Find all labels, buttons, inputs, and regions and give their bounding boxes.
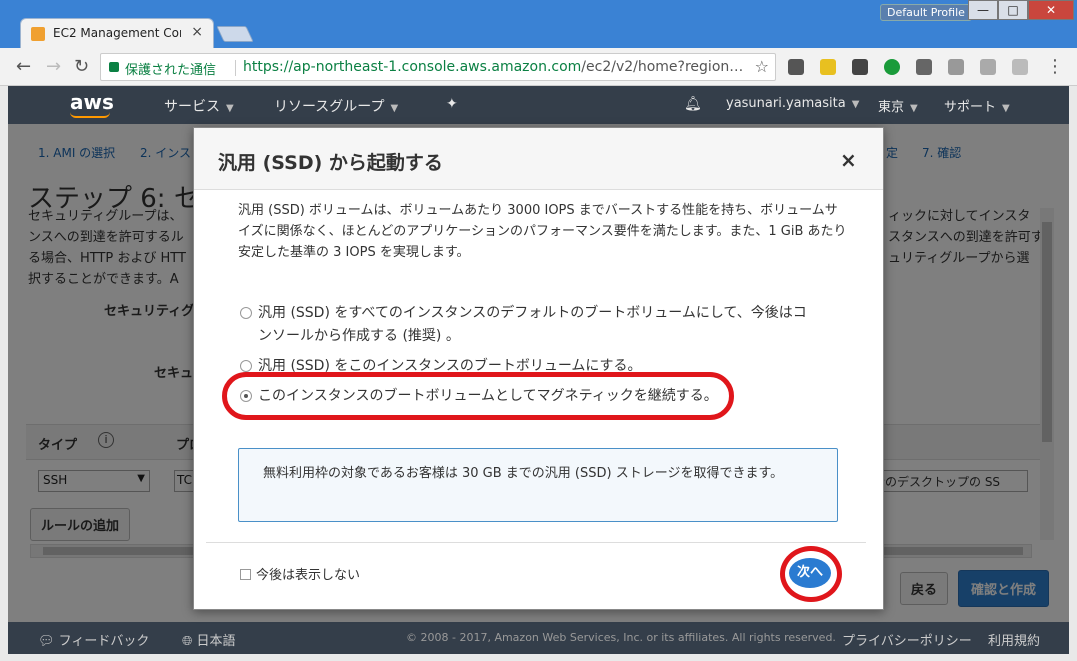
radio-button[interactable] <box>240 307 252 319</box>
aws-logo[interactable]: aws <box>70 90 114 118</box>
browser-toolbar: ← → ↻ 保護された通信 https://ap-northeast-1.con… <box>0 48 1077 86</box>
aws-logo-text: aws <box>70 90 114 114</box>
region-menu[interactable]: 東京 ▼ <box>878 96 918 115</box>
divider <box>235 60 236 76</box>
window-close-button[interactable]: ✕ <box>1028 0 1074 20</box>
resource-groups-label: リソースグループ <box>274 99 385 115</box>
checkbox[interactable] <box>240 569 251 580</box>
back-icon[interactable]: ← <box>16 56 31 77</box>
user-menu[interactable]: yasunari.yamasita ▼ <box>726 96 859 111</box>
support-label: サポート <box>944 100 997 115</box>
drive-extension-icon[interactable] <box>948 59 964 75</box>
support-menu[interactable]: サポート ▼ <box>944 96 1010 115</box>
secure-label: 保護された通信 <box>125 63 217 78</box>
profile-badge[interactable]: Default Profile <box>880 4 972 21</box>
globe-icon: 🌐︎ <box>182 634 197 649</box>
lock-icon <box>109 62 119 72</box>
feedback-link[interactable]: 💬︎ フィードバック <box>38 630 149 649</box>
bell-icon[interactable]: 🔔︎ <box>684 96 702 112</box>
dropbox-extension-icon[interactable] <box>980 59 996 75</box>
language-label: 日本語 <box>196 634 236 649</box>
dont-show-label: 今後は表示しない <box>256 568 361 583</box>
red-highlight-annotation <box>222 372 734 420</box>
browser-menu-icon[interactable]: ⋮ <box>1046 56 1064 77</box>
url-host: https://ap-northeast-1.console.aws.amazo… <box>243 59 582 75</box>
region-label: 東京 <box>878 100 905 115</box>
info-text: 無料利用枠の対象であるお客様は 30 GB までの汎用 (SSD) ストレージを… <box>263 466 784 481</box>
divider <box>206 542 866 543</box>
browser-tab[interactable]: EC2 Management Con × <box>20 18 214 48</box>
dont-show-again-checkbox[interactable]: 今後は表示しない <box>240 564 360 583</box>
close-icon[interactable]: × <box>840 148 857 172</box>
option-label: 汎用 (SSD) をすべてのインスタンスのデフォルトのブートボリュームにして、今… <box>258 305 807 344</box>
feedback-label: フィードバック <box>58 634 150 649</box>
launch-as-ssd-dialog: 汎用 (SSD) から起動する × 汎用 (SSD) ボリュームは、ボリュームあ… <box>193 127 884 610</box>
chat-icon: 💬︎ <box>38 634 59 649</box>
pocket-extension-icon[interactable] <box>788 59 804 75</box>
dialog-description: 汎用 (SSD) ボリュームは、ボリュームあたり 3000 IOPS までバース… <box>238 203 847 260</box>
url-text: https://ap-northeast-1.console.aws.amazo… <box>243 59 743 75</box>
aws-smile-icon <box>70 112 110 118</box>
terms-link[interactable]: 利用規約 <box>988 630 1040 649</box>
evernote-extension-icon[interactable] <box>852 59 868 75</box>
address-bar[interactable]: 保護された通信 https://ap-northeast-1.console.a… <box>100 53 776 81</box>
language-link[interactable]: 🌐︎ 日本語 <box>182 630 236 649</box>
url-path: /ec2/v2/home?region… <box>581 59 744 75</box>
forward-icon[interactable]: → <box>46 56 61 77</box>
red-highlight-annotation <box>780 546 842 602</box>
dialog-title: 汎用 (SSD) から起動する <box>218 152 443 174</box>
reload-icon[interactable]: ↻ <box>74 56 89 77</box>
chevron-down-icon: ▼ <box>390 103 399 114</box>
window-maximize-button[interactable]: □ <box>998 0 1028 20</box>
dialog-header: 汎用 (SSD) から起動する × <box>194 128 883 190</box>
user-label: yasunari.yamasita <box>726 96 846 111</box>
resource-groups-menu[interactable]: リソースグループ ▼ <box>274 96 398 116</box>
window-minimize-button[interactable]: — <box>968 0 998 20</box>
chevron-down-icon: ▼ <box>1002 103 1010 114</box>
pin-icon[interactable]: ✦ <box>446 96 458 112</box>
chevron-down-icon: ▼ <box>910 103 918 114</box>
services-label: サービス <box>164 99 220 115</box>
new-tab-button[interactable] <box>216 26 254 42</box>
privacy-link[interactable]: プライバシーポリシー <box>842 630 972 649</box>
aws-top-nav: aws サービス ▼ リソースグループ ▼ ✦ 🔔︎ yasunari.yamasi… <box>8 86 1069 124</box>
browser-titlebar: EC2 Management Con × Default Profile — □… <box>0 0 1077 48</box>
tab-title: EC2 Management Con <box>53 26 181 40</box>
free-tier-info-box: 無料利用枠の対象であるお客様は 30 GB までの汎用 (SSD) ストレージを… <box>238 448 838 522</box>
radio-button[interactable] <box>240 360 252 372</box>
copyright-text: © 2008 - 2017, Amazon Web Services, Inc.… <box>406 631 836 644</box>
chevron-down-icon: ▼ <box>851 99 860 110</box>
tab-close-icon[interactable]: × <box>191 24 203 40</box>
services-menu[interactable]: サービス ▼ <box>164 96 234 116</box>
pdf-extension-icon[interactable] <box>1012 59 1028 75</box>
extension-icon[interactable] <box>820 59 836 75</box>
chevron-down-icon: ▼ <box>226 103 234 114</box>
bookmark-star-icon[interactable]: ☆ <box>755 57 769 76</box>
aws-footer: 💬︎ フィードバック 🌐︎ 日本語 © 2008 - 2017, Amazon … <box>8 622 1069 654</box>
extension-s-icon[interactable] <box>916 59 932 75</box>
aws-favicon-icon <box>31 27 45 41</box>
extension-badge-icon[interactable] <box>884 59 900 75</box>
option-ssd-default[interactable]: 汎用 (SSD) をすべてのインスタンスのデフォルトのブートボリュームにして、今… <box>240 302 820 348</box>
